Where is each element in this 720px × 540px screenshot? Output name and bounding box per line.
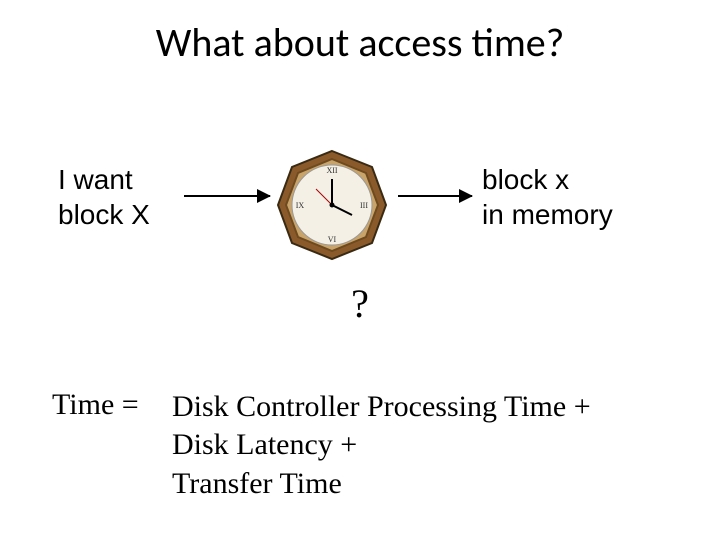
question-mark: ? [0,280,720,327]
equation-lhs: Time = [52,388,139,422]
page-title: What about access time? [0,18,720,67]
svg-text:IX: IX [296,201,305,210]
label-i-want-block-x: I wantblock X [58,162,150,232]
arrow-icon [184,195,270,197]
arrow-icon [398,195,472,197]
svg-text:VI: VI [328,235,337,244]
label-block-x-in-memory: block xin memory [482,162,613,232]
clock-icon: XII III VI IX [272,145,392,265]
slide: What about access time? I wantblock X XI… [0,0,720,540]
svg-text:XII: XII [326,166,337,175]
equation-rhs: Disk Controller Processing Time +Disk La… [172,388,591,503]
svg-text:III: III [360,201,368,210]
